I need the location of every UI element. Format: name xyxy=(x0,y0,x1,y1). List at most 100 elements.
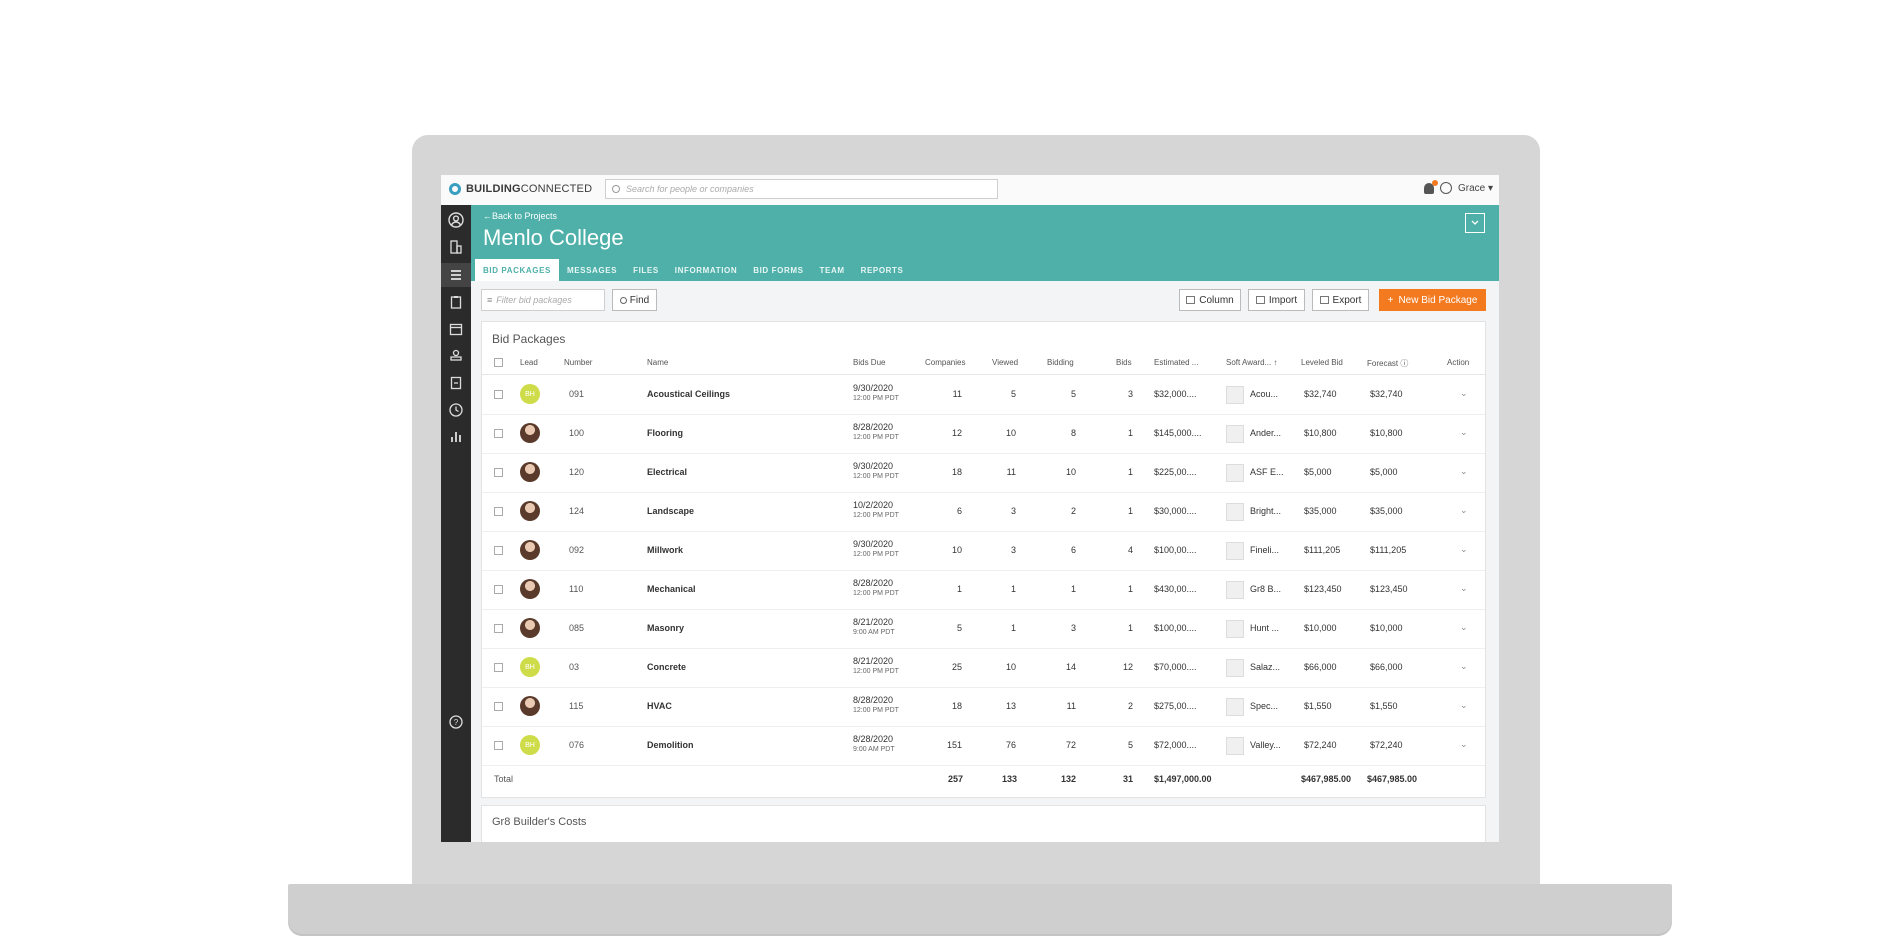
lead-avatar[interactable] xyxy=(520,501,540,521)
row-action-chevron-icon[interactable]: ⌄ xyxy=(1460,427,1468,438)
package-name[interactable]: Mechanical xyxy=(647,584,696,594)
clipboard-icon[interactable] xyxy=(447,293,465,311)
soft-award-company[interactable]: ASF E... xyxy=(1250,467,1284,477)
brand-logo[interactable]: BUILDING CONNECTED xyxy=(449,183,592,195)
import-button[interactable]: Import xyxy=(1248,289,1305,311)
row-action-chevron-icon[interactable]: ⌄ xyxy=(1460,583,1468,594)
stamp-icon[interactable] xyxy=(447,347,465,365)
row-action-chevron-icon[interactable]: ⌄ xyxy=(1460,505,1468,516)
column-button[interactable]: Column xyxy=(1179,289,1241,311)
row-action-chevron-icon[interactable]: ⌄ xyxy=(1460,700,1468,711)
soft-award-company[interactable]: Fineli... xyxy=(1250,545,1279,555)
tab-messages[interactable]: MESSAGES xyxy=(559,259,625,281)
row-checkbox[interactable] xyxy=(494,507,503,516)
new-bid-package-button[interactable]: + New Bid Package xyxy=(1379,289,1486,311)
soft-award-company[interactable]: Acou... xyxy=(1250,389,1278,399)
row-checkbox[interactable] xyxy=(494,585,503,594)
user-circle-icon[interactable] xyxy=(447,211,465,229)
soft-award-company[interactable]: Valley... xyxy=(1250,740,1281,750)
package-name[interactable]: Flooring xyxy=(647,428,683,438)
col-estimated[interactable]: Estimated ... xyxy=(1154,358,1198,367)
package-name[interactable]: Masonry xyxy=(647,623,684,633)
row-checkbox[interactable] xyxy=(494,546,503,555)
package-name[interactable]: Landscape xyxy=(647,506,694,516)
find-button[interactable]: Find xyxy=(612,289,657,311)
table-row[interactable]: BH 091 Acoustical Ceilings 9/30/2020 12:… xyxy=(482,376,1485,415)
lead-avatar[interactable] xyxy=(520,579,540,599)
row-checkbox[interactable] xyxy=(494,663,503,672)
col-name[interactable]: Name xyxy=(647,358,668,367)
lead-avatar[interactable] xyxy=(520,618,540,638)
tab-bid-forms[interactable]: BID FORMS xyxy=(745,259,811,281)
soft-award-company[interactable]: Hunt ... xyxy=(1250,623,1279,633)
notification-bell-icon[interactable] xyxy=(1423,179,1438,194)
soft-award-company[interactable]: Bright... xyxy=(1250,506,1281,516)
list-icon[interactable] xyxy=(441,263,471,287)
row-checkbox[interactable] xyxy=(494,624,503,633)
lead-avatar[interactable] xyxy=(520,540,540,560)
header-collapse-button[interactable] xyxy=(1465,213,1485,233)
table-row[interactable]: 115 HVAC 8/28/2020 12:00 PM PDT 18 13 11… xyxy=(482,688,1485,727)
lead-avatar[interactable] xyxy=(520,696,540,716)
col-companies[interactable]: Companies xyxy=(925,358,965,367)
table-row[interactable]: BH 03 Concrete 8/21/2020 12:00 PM PDT 25… xyxy=(482,649,1485,688)
back-to-projects-link[interactable]: ←Back to Projects xyxy=(483,211,557,221)
table-row[interactable]: 110 Mechanical 8/28/2020 12:00 PM PDT 1 … xyxy=(482,571,1485,610)
package-name[interactable]: Demolition xyxy=(647,740,694,750)
filter-bid-packages-input[interactable]: ≡ Filter bid packages xyxy=(481,289,605,311)
package-name[interactable]: Acoustical Ceilings xyxy=(647,389,730,399)
row-checkbox[interactable] xyxy=(494,741,503,750)
soft-award-company[interactable]: Spec... xyxy=(1250,701,1278,711)
row-checkbox[interactable] xyxy=(494,429,503,438)
table-row[interactable]: 092 Millwork 9/30/2020 12:00 PM PDT 10 3… xyxy=(482,532,1485,571)
row-action-chevron-icon[interactable]: ⌄ xyxy=(1460,388,1468,399)
building-icon[interactable] xyxy=(447,238,465,256)
export-button[interactable]: Export xyxy=(1312,289,1369,311)
tab-files[interactable]: FILES xyxy=(625,259,667,281)
package-name[interactable]: Millwork xyxy=(647,545,683,555)
col-soft-award[interactable]: Soft Award... ↑ xyxy=(1226,358,1277,367)
soft-award-company[interactable]: Salaz... xyxy=(1250,662,1280,672)
user-menu[interactable]: Grace ▾ xyxy=(1458,183,1493,194)
bar-chart-icon[interactable] xyxy=(447,428,465,446)
row-checkbox[interactable] xyxy=(494,390,503,399)
soft-award-company[interactable]: Gr8 B... xyxy=(1250,584,1281,594)
row-action-chevron-icon[interactable]: ⌄ xyxy=(1460,661,1468,672)
document-icon[interactable] xyxy=(447,374,465,392)
soft-award-company[interactable]: Ander... xyxy=(1250,428,1281,438)
table-row[interactable]: 120 Electrical 9/30/2020 12:00 PM PDT 18… xyxy=(482,454,1485,493)
col-forecast[interactable]: Forecast ⓘ xyxy=(1367,358,1408,369)
col-bids-due[interactable]: Bids Due xyxy=(853,358,885,367)
tab-team[interactable]: TEAM xyxy=(812,259,853,281)
row-action-chevron-icon[interactable]: ⌄ xyxy=(1460,622,1468,633)
table-row[interactable]: 124 Landscape 10/2/2020 12:00 PM PDT 6 3… xyxy=(482,493,1485,532)
package-name[interactable]: Electrical xyxy=(647,467,687,477)
col-number[interactable]: Number xyxy=(564,358,592,367)
col-leveled-bid[interactable]: Leveled Bid xyxy=(1301,358,1343,367)
lead-avatar[interactable] xyxy=(520,423,540,443)
help-icon[interactable]: ? xyxy=(447,713,465,731)
tab-bid-packages[interactable]: BID PACKAGES xyxy=(475,259,559,281)
clock-icon[interactable] xyxy=(447,401,465,419)
row-action-chevron-icon[interactable]: ⌄ xyxy=(1460,466,1468,477)
col-viewed[interactable]: Viewed xyxy=(992,358,1018,367)
global-search-input[interactable]: Search for people or companies xyxy=(605,179,998,199)
row-checkbox[interactable] xyxy=(494,468,503,477)
row-checkbox[interactable] xyxy=(494,702,503,711)
row-action-chevron-icon[interactable]: ⌄ xyxy=(1460,739,1468,750)
table-row[interactable]: 100 Flooring 8/28/2020 12:00 PM PDT 12 1… xyxy=(482,415,1485,454)
lead-avatar[interactable] xyxy=(520,462,540,482)
lead-avatar[interactable]: BH xyxy=(520,735,540,755)
package-name[interactable]: Concrete xyxy=(647,662,686,672)
col-lead[interactable]: Lead xyxy=(520,358,538,367)
calendar-icon[interactable] xyxy=(447,320,465,338)
table-row[interactable]: 085 Masonry 8/21/2020 9:00 AM PDT 5 1 3 … xyxy=(482,610,1485,649)
col-bids[interactable]: Bids xyxy=(1116,358,1132,367)
lead-avatar[interactable]: BH xyxy=(520,384,540,404)
tab-reports[interactable]: REPORTS xyxy=(853,259,912,281)
lead-avatar[interactable]: BH xyxy=(520,657,540,677)
row-action-chevron-icon[interactable]: ⌄ xyxy=(1460,544,1468,555)
col-bidding[interactable]: Bidding xyxy=(1047,358,1074,367)
select-all-checkbox[interactable] xyxy=(494,358,503,367)
user-icon[interactable] xyxy=(1439,182,1452,194)
